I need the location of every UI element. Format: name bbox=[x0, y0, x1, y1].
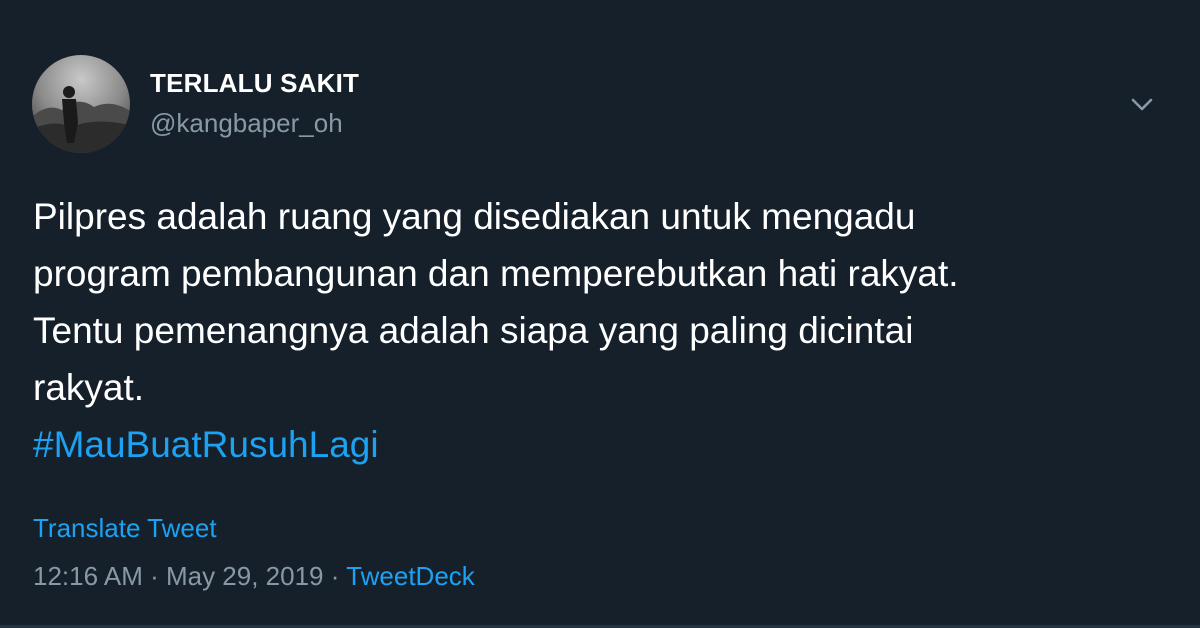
tweet-menu-button[interactable] bbox=[1124, 92, 1160, 120]
author-display-name[interactable]: TERLALU SAKIT bbox=[150, 68, 359, 99]
tweet-text: Pilpres adalah ruang yang disediakan unt… bbox=[33, 188, 1173, 473]
tweet-text-line: rakyat. bbox=[33, 367, 145, 408]
tweet-card: TERLALU SAKIT @kangbaper_oh Pilpres adal… bbox=[0, 0, 1200, 628]
tweet-date[interactable]: May 29, 2019 bbox=[166, 561, 324, 591]
author-handle[interactable]: @kangbaper_oh bbox=[150, 108, 343, 139]
tweet-metadata: 12:16 AM · May 29, 2019 · TweetDeck bbox=[33, 561, 475, 592]
meta-separator: · bbox=[323, 561, 347, 591]
tweet-source-link[interactable]: TweetDeck bbox=[346, 561, 475, 591]
profile-photo-icon bbox=[32, 55, 130, 153]
translate-tweet-link[interactable]: Translate Tweet bbox=[33, 513, 217, 544]
tweet-text-line: Pilpres adalah ruang yang disediakan unt… bbox=[33, 196, 916, 237]
tweet-text-line: program pembangunan dan memperebutkan ha… bbox=[33, 253, 959, 294]
tweet-text-line: Tentu pemenangnya adalah siapa yang pali… bbox=[33, 310, 914, 351]
tweet-time[interactable]: 12:16 AM bbox=[33, 561, 143, 591]
hashtag-link[interactable]: #MauBuatRusuhLagi bbox=[33, 416, 1173, 473]
meta-separator: · bbox=[142, 561, 166, 591]
avatar[interactable] bbox=[32, 55, 130, 153]
chevron-down-icon bbox=[1131, 98, 1153, 111]
